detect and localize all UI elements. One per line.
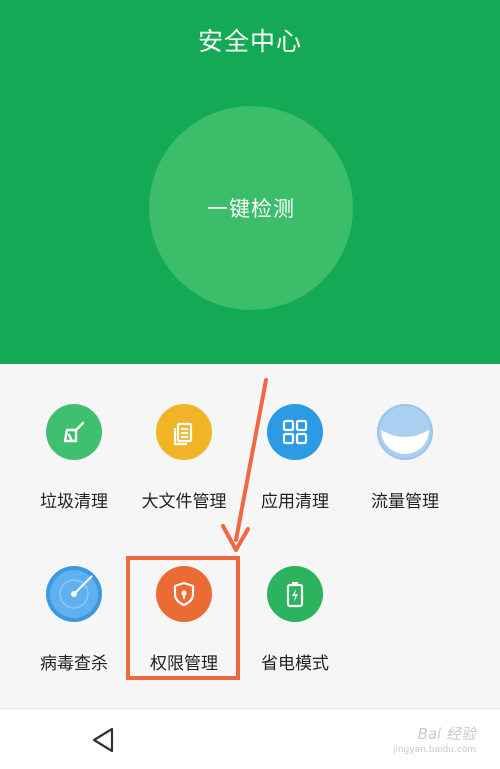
tool-data-usage[interactable]: 流量管理	[350, 404, 460, 524]
tool-app-cleanup[interactable]: 应用清理	[240, 404, 350, 524]
tool-label: 大文件管理	[141, 492, 227, 512]
tool-permission-manager[interactable]: 权限管理	[129, 566, 239, 686]
tool-label: 垃圾清理	[40, 492, 108, 512]
header: 安全中心 一键检测	[0, 0, 500, 364]
tool-power-saving[interactable]: 省电模式	[240, 566, 350, 686]
tool-label: 权限管理	[150, 654, 218, 674]
tool-label: 应用清理	[261, 492, 329, 512]
tools-grid: 垃圾清理 大文件管理 应用清理 流量管理 病毒查杀 权限管理 省电模式	[0, 364, 500, 708]
tool-virus-scan[interactable]: 病毒查杀	[19, 566, 129, 686]
one-click-scan-button[interactable]: 一键检测	[149, 106, 353, 310]
tool-junk-cleanup[interactable]: 垃圾清理	[19, 404, 129, 524]
back-triangle-icon	[92, 727, 114, 753]
app-grid-icon	[267, 404, 323, 460]
watermark-url: jingyan.baidu.com	[392, 745, 476, 755]
navigation-bar: Bai 经验 jingyan.baidu.com	[0, 708, 500, 769]
tool-label: 病毒查杀	[40, 654, 108, 674]
data-usage-icon	[377, 404, 433, 460]
battery-icon	[267, 566, 323, 622]
tool-large-file-manager[interactable]: 大文件管理	[129, 404, 239, 524]
broom-icon	[46, 404, 102, 460]
radar-icon	[46, 566, 102, 622]
watermark-brand: Bai 经验	[417, 725, 476, 743]
tool-label: 省电模式	[261, 654, 329, 674]
shield-lock-icon	[156, 566, 212, 622]
back-button[interactable]	[86, 723, 120, 757]
page-title: 安全中心	[197, 27, 302, 56]
document-icon	[156, 404, 212, 460]
scan-button-label: 一键检测	[207, 198, 295, 221]
tool-label: 流量管理	[371, 492, 439, 512]
